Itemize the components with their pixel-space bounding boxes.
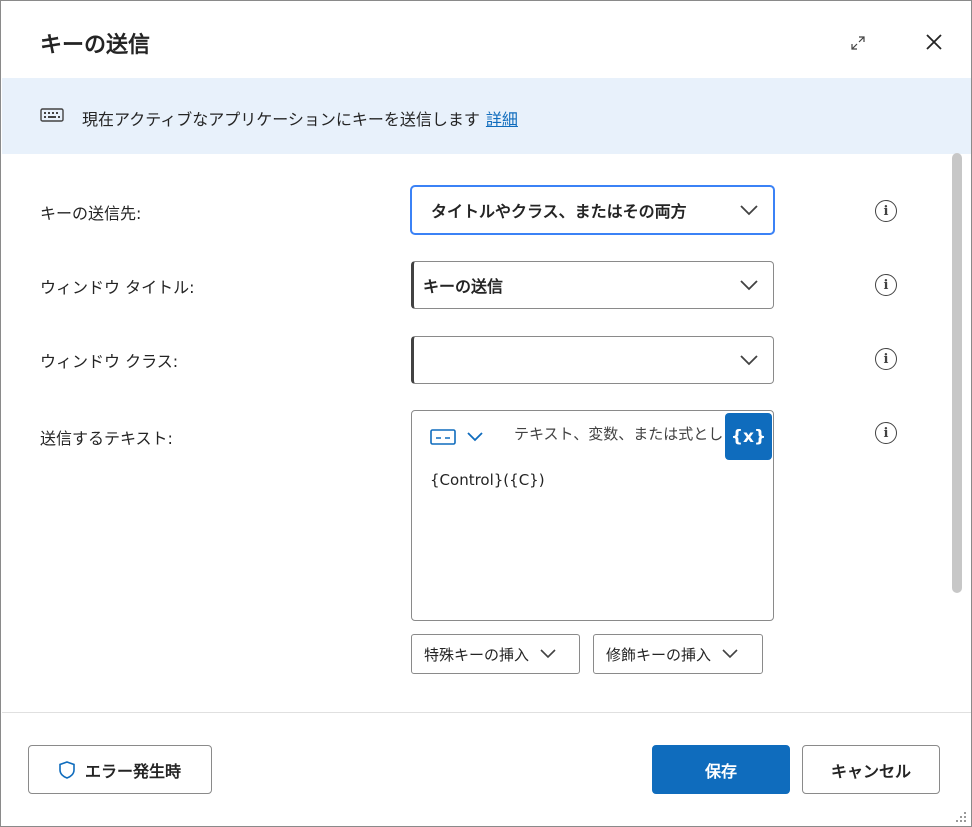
shield-icon (59, 760, 75, 779)
scrollbar[interactable] (952, 153, 962, 593)
chevron-down-icon (722, 649, 738, 659)
insert-special-key-label: 特殊キーの挿入 (424, 645, 530, 664)
text-to-send-input[interactable]: テキスト、変数、または式とし {x} {Control}({C}) (411, 410, 774, 621)
window-title-info-icon[interactable]: i (875, 274, 897, 296)
text-to-send-value: {Control}({C}) (430, 471, 545, 489)
on-error-button[interactable]: エラー発生時 (28, 745, 212, 794)
insert-special-key-dropdown[interactable]: 特殊キーの挿入 (411, 634, 580, 674)
text-mode-icon (430, 429, 456, 445)
chevron-down-icon (740, 355, 758, 366)
info-banner: 現在アクティブなアプリケーションにキーを送信します 詳細 (2, 78, 971, 154)
window-title-label: ウィンドウ タイトル: (40, 278, 195, 297)
text-mode-selector[interactable] (430, 429, 484, 445)
text-to-send-info-icon[interactable]: i (875, 422, 897, 444)
insert-variable-button[interactable]: {x} (725, 413, 772, 460)
window-title-dropdown[interactable]: キーの送信 (411, 261, 774, 309)
chevron-down-icon (740, 205, 758, 216)
save-button[interactable]: 保存 (652, 745, 790, 794)
chevron-down-icon (740, 280, 758, 291)
insert-modifier-key-dropdown[interactable]: 修飾キーの挿入 (593, 634, 763, 674)
window-class-label: ウィンドウ クラス: (40, 352, 179, 371)
dialog-title: キーの送信 (40, 33, 151, 58)
window-class-info-icon[interactable]: i (875, 348, 897, 370)
send-to-value: タイトルやクラス、またはその両方 (431, 202, 687, 221)
resize-grip-icon[interactable] (953, 809, 967, 823)
footer-divider (2, 712, 971, 713)
send-to-dropdown[interactable]: タイトルやクラス、またはその両方 (411, 186, 774, 234)
text-to-send-label: 送信するテキスト: (40, 429, 173, 448)
chevron-down-icon (540, 649, 556, 659)
details-link[interactable]: 詳細 (486, 110, 518, 129)
insert-modifier-key-label: 修飾キーの挿入 (606, 645, 712, 664)
cancel-button[interactable]: キャンセル (802, 745, 940, 794)
send-keys-dialog: キーの送信 現在アクティブなアプリケーションにキーを送信します 詳細 キーの送信先… (0, 0, 972, 827)
close-icon[interactable] (919, 27, 949, 57)
on-error-label: エラー発生時 (84, 761, 181, 781)
expand-icon[interactable] (844, 29, 872, 57)
keyboard-icon (40, 107, 64, 127)
window-class-dropdown[interactable] (411, 336, 774, 384)
chevron-down-icon (467, 432, 483, 442)
text-to-send-placeholder: テキスト、変数、または式とし (514, 425, 722, 443)
banner-text: 現在アクティブなアプリケーションにキーを送信します (82, 110, 480, 129)
send-to-info-icon[interactable]: i (875, 200, 897, 222)
window-title-value: キーの送信 (423, 277, 504, 296)
send-to-label: キーの送信先: (40, 204, 142, 223)
